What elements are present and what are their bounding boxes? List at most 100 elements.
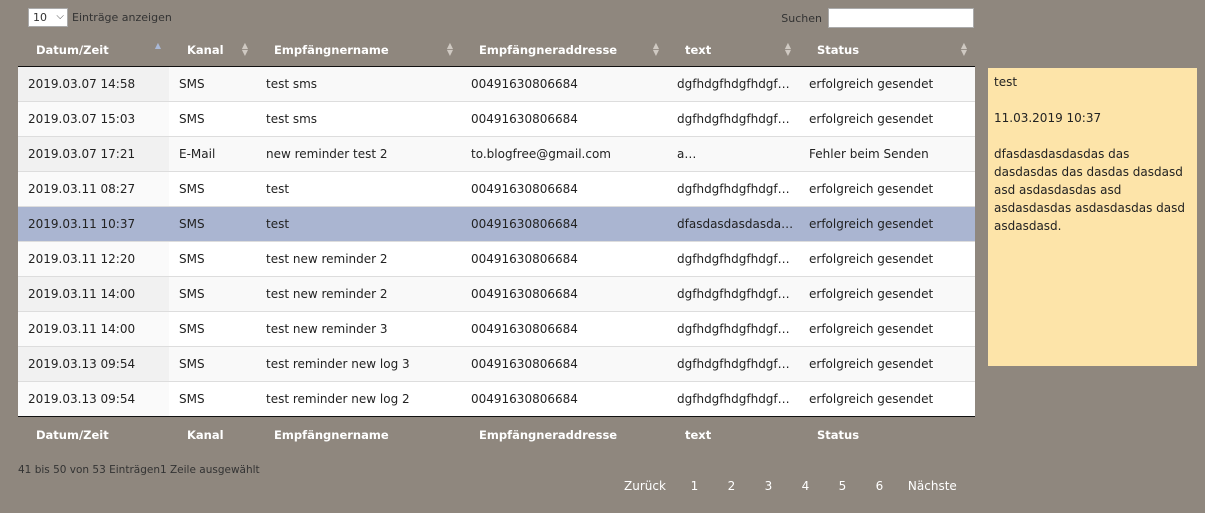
cell-recipient-name: test new reminder 3 bbox=[256, 310, 461, 346]
sort-both-icon: ▲ ▼ bbox=[446, 41, 453, 57]
table-row[interactable]: 2019.03.07 15:03 SMS test sms 0049163080… bbox=[18, 100, 975, 136]
cell-recipient-name: test new reminder 2 bbox=[256, 275, 461, 311]
detail-title: test bbox=[994, 75, 1018, 89]
column-header-recipient-address[interactable]: Empfängneraddresse ▲ ▼ bbox=[461, 34, 667, 67]
sort-asc-icon: ▲ bbox=[154, 41, 161, 50]
footer-text: text bbox=[667, 415, 799, 454]
pagination-previous[interactable]: Zurück bbox=[614, 478, 676, 496]
cell-datetime: 2019.03.11 10:37 bbox=[18, 205, 169, 241]
table-row[interactable]: 2019.03.13 09:54 SMS test reminder new l… bbox=[18, 345, 975, 381]
cell-recipient-name: test reminder new log 2 bbox=[256, 380, 461, 416]
column-header-recipient-name[interactable]: Empfängnername ▲ ▼ bbox=[256, 34, 461, 67]
table-row[interactable]: 2019.03.13 09:54 SMS test reminder new l… bbox=[18, 380, 975, 416]
cell-recipient-address: 00491630806684 bbox=[461, 310, 667, 346]
table-row[interactable]: 2019.03.11 14:00 SMS test new reminder 3… bbox=[18, 310, 975, 346]
cell-status: erfolgreich gesendet bbox=[799, 310, 975, 346]
pagination-page-4[interactable]: 4 bbox=[787, 478, 824, 496]
cell-text: dgfhdgfhdgfhdgf… bbox=[667, 380, 799, 416]
cell-channel: SMS bbox=[169, 240, 256, 276]
pagination-page-3[interactable]: 3 bbox=[750, 478, 787, 496]
pagination-page-5[interactable]: 5 bbox=[824, 478, 861, 496]
cell-text: dgfhdgfhdgfhdgf… bbox=[667, 240, 799, 276]
cell-recipient-name: test bbox=[256, 205, 461, 241]
cell-datetime: 2019.03.11 08:27 bbox=[18, 170, 169, 206]
sort-both-icon: ▲ ▼ bbox=[652, 41, 659, 57]
column-header-status[interactable]: Status ▲ ▼ bbox=[799, 34, 975, 67]
cell-status: Fehler beim Senden bbox=[799, 135, 975, 171]
cell-datetime: 2019.03.11 12:20 bbox=[18, 240, 169, 276]
pagination-next[interactable]: Nächste bbox=[898, 478, 967, 496]
entries-length-label: Einträge anzeigen bbox=[72, 11, 172, 24]
cell-status: erfolgreich gesendet bbox=[799, 345, 975, 381]
table-row[interactable]: 2019.03.11 08:27 SMS test 00491630806684… bbox=[18, 170, 975, 206]
cell-datetime: 2019.03.11 14:00 bbox=[18, 310, 169, 346]
cell-recipient-name: test sms bbox=[256, 100, 461, 136]
cell-datetime: 2019.03.11 14:00 bbox=[18, 275, 169, 311]
pagination-page-2[interactable]: 2 bbox=[713, 478, 750, 496]
cell-text: dgfhdgfhdgfhdgf… bbox=[667, 345, 799, 381]
cell-datetime: 2019.03.13 09:54 bbox=[18, 380, 169, 416]
cell-datetime: 2019.03.07 17:21 bbox=[18, 135, 169, 171]
table-footer-row: Datum/Zeit Kanal Empfängnername Empfängn… bbox=[18, 415, 975, 454]
cell-recipient-address: 00491630806684 bbox=[471, 76, 578, 91]
sort-both-icon: ▲ ▼ bbox=[241, 41, 248, 57]
footer-recipient-name: Empfängnername bbox=[256, 415, 461, 454]
column-header-text[interactable]: text ▲ ▼ bbox=[667, 34, 799, 67]
cell-datetime: 2019.03.07 14:58 bbox=[18, 66, 169, 101]
cell-status: erfolgreich gesendet bbox=[799, 205, 975, 241]
cell-recipient-address: 00491630806684 bbox=[461, 275, 667, 311]
cell-channel: SMS bbox=[169, 205, 256, 241]
column-header-channel[interactable]: Kanal ▲ ▼ bbox=[169, 34, 256, 67]
cell-recipient-name: test new reminder 2 bbox=[256, 240, 461, 276]
cell-datetime: 2019.03.07 15:03 bbox=[18, 100, 169, 136]
message-detail-panel: test 11.03.2019 10:37 dfasdasdasdasdas d… bbox=[988, 68, 1197, 366]
detail-body: dfasdasdasdasdas das dasdasdas das dasda… bbox=[994, 147, 1186, 233]
detail-timestamp: 11.03.2019 10:37 bbox=[994, 111, 1102, 125]
log-table: Datum/Zeit ▲ Kanal ▲ ▼ Empfängnername ▲ ▼ Emp… bbox=[18, 34, 975, 454]
pagination: Zurück 1 2 3 4 5 6 Nächste bbox=[614, 478, 967, 496]
table-row[interactable]: 2019.03.07 14:58 SMS test sms 0049163080… bbox=[18, 66, 975, 101]
chevron-down-icon: ⌵ bbox=[56, 11, 64, 22]
cell-channel: SMS bbox=[169, 345, 256, 381]
cell-datetime: 2019.03.13 09:54 bbox=[18, 345, 169, 381]
cell-recipient-address: 00491630806684 bbox=[461, 205, 667, 241]
cell-channel: SMS bbox=[169, 310, 256, 346]
entries-length-value: 10 bbox=[33, 11, 47, 24]
table-header-row: Datum/Zeit ▲ Kanal ▲ ▼ Empfängnername ▲ ▼ Emp… bbox=[18, 34, 975, 67]
cell-recipient-name: test sms bbox=[266, 76, 318, 91]
cell-status: erfolgreich gesendet bbox=[799, 380, 975, 416]
cell-recipient-address: to.blogfree@gmail.com bbox=[461, 135, 667, 171]
footer-channel: Kanal bbox=[169, 415, 256, 454]
cell-status: erfolgreich gesendet bbox=[799, 100, 975, 136]
pagination-page-6[interactable]: 6 bbox=[861, 478, 898, 496]
cell-recipient-name: new reminder test 2 bbox=[256, 135, 461, 171]
table-row[interactable]: 2019.03.11 12:20 SMS test new reminder 2… bbox=[18, 240, 975, 276]
cell-channel: SMS bbox=[179, 76, 205, 91]
cell-recipient-address: 00491630806684 bbox=[461, 170, 667, 206]
table-row-selected[interactable]: 2019.03.11 10:37 SMS test 00491630806684… bbox=[18, 205, 975, 241]
pagination-page-1[interactable]: 1 bbox=[676, 478, 713, 496]
column-header-datetime[interactable]: Datum/Zeit ▲ bbox=[18, 34, 169, 67]
cell-channel: SMS bbox=[169, 275, 256, 311]
footer-recipient-address: Empfängneraddresse bbox=[461, 415, 667, 454]
cell-recipient-name: test reminder new log 3 bbox=[256, 345, 461, 381]
cell-recipient-address: 00491630806684 bbox=[461, 240, 667, 276]
cell-recipient-address: 00491630806684 bbox=[461, 100, 667, 136]
search-filter: Suchen bbox=[781, 8, 974, 28]
table-row[interactable]: 2019.03.11 14:00 SMS test new reminder 2… bbox=[18, 275, 975, 311]
cell-text: dgfhdgfhdgfhdgf… bbox=[667, 100, 799, 136]
cell-status: erfolgreich gesendet bbox=[809, 76, 934, 91]
cell-text: a… bbox=[667, 135, 799, 171]
cell-recipient-address: 00491630806684 bbox=[461, 380, 667, 416]
cell-channel: E-Mail bbox=[169, 135, 256, 171]
entries-length-select[interactable]: 10 ⌵ bbox=[28, 8, 68, 27]
cell-text: dgfhdgfhdgfhdgf… bbox=[677, 76, 790, 91]
sort-both-icon: ▲ ▼ bbox=[784, 41, 791, 57]
table-row[interactable]: 2019.03.07 17:21 E-Mail new reminder tes… bbox=[18, 135, 975, 171]
log-table-container: Datum/Zeit ▲ Kanal ▲ ▼ Empfängnername ▲ ▼ Emp… bbox=[18, 34, 975, 454]
sort-both-icon: ▲ ▼ bbox=[960, 41, 967, 57]
cell-text: dgfhdgfhdgfhdgf… bbox=[667, 275, 799, 311]
table-info: 41 bis 50 von 53 Einträgen1 Zeile ausgew… bbox=[18, 464, 260, 476]
cell-status: erfolgreich gesendet bbox=[799, 240, 975, 276]
search-input[interactable] bbox=[828, 8, 974, 28]
